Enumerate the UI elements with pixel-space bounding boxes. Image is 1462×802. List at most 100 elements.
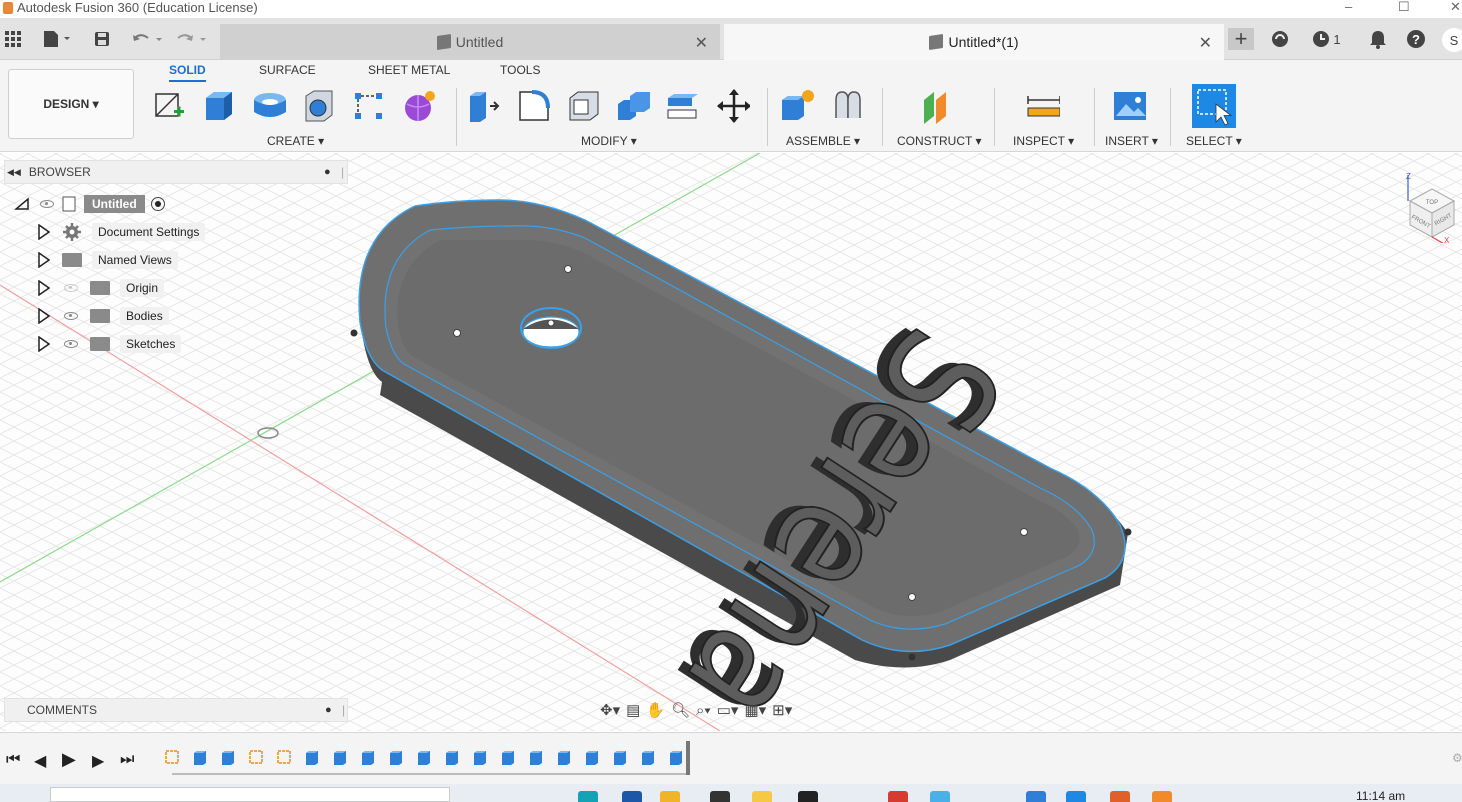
tree-item-origin[interactable]: Origin — [38, 277, 165, 299]
taskbar-app-icon[interactable] — [888, 791, 908, 802]
taskbar-search-input[interactable] — [50, 787, 450, 802]
extensions-icon[interactable] — [1268, 28, 1292, 50]
create-menu[interactable]: CREATE ▾ — [267, 134, 324, 148]
close-tab-icon[interactable]: ✕ — [695, 33, 708, 53]
zoom-icon[interactable]: 🔍︎ — [671, 701, 690, 719]
maximize-button[interactable]: ☐ — [1398, 0, 1410, 14]
tab-solid[interactable]: SOLID — [169, 63, 206, 82]
press-pull-icon[interactable] — [466, 86, 500, 126]
measure-icon[interactable] — [1026, 86, 1060, 126]
assemble-menu[interactable]: ASSEMBLE ▾ — [786, 134, 860, 148]
taskbar-app-icon[interactable] — [622, 791, 642, 802]
viewports-icon[interactable]: ⊞▾ — [772, 701, 792, 719]
timeline-extrude-icon[interactable] — [612, 748, 628, 768]
tab-sheet-metal[interactable]: SHEET METAL — [368, 63, 450, 77]
viewport-scene[interactable]: Serena Serena — [0, 153, 1462, 731]
insert-image-icon[interactable] — [1112, 86, 1146, 126]
taskbar-app-icon[interactable] — [1152, 791, 1172, 802]
browser-header[interactable]: ◀◀ BROWSER ● | — [4, 160, 348, 184]
timeline-extrude-icon[interactable] — [360, 748, 376, 768]
taskbar-app-icon[interactable] — [1066, 791, 1086, 802]
visibility-eye-icon[interactable] — [64, 312, 78, 320]
modify-menu[interactable]: MODIFY ▾ — [581, 134, 637, 148]
inspect-menu[interactable]: INSPECT ▾ — [1013, 134, 1074, 148]
align-icon[interactable] — [666, 86, 700, 126]
tab-surface[interactable]: SURFACE — [259, 63, 316, 77]
combine-icon[interactable] — [616, 86, 650, 126]
minimize-button[interactable]: – — [1345, 0, 1352, 14]
timeline-extrude-icon[interactable] — [220, 748, 236, 768]
expanded-triangle-icon[interactable] — [14, 197, 30, 211]
timeline-extrude-icon[interactable] — [584, 748, 600, 768]
redo-icon[interactable] — [174, 28, 210, 50]
file-menu-icon[interactable] — [40, 28, 74, 50]
pan-hand-icon[interactable]: ✋ — [646, 701, 665, 719]
expand-triangle-icon[interactable] — [38, 280, 50, 296]
taskbar-app-icon[interactable] — [660, 791, 680, 802]
new-tab-plus-icon[interactable]: + — [1228, 26, 1254, 51]
visibility-eye-icon[interactable] — [40, 200, 54, 208]
tab-tools[interactable]: TOOLS — [500, 63, 540, 77]
timeline-extrude-icon[interactable] — [332, 748, 348, 768]
visibility-eye-icon[interactable] — [64, 340, 78, 348]
select-tool-icon[interactable] — [1192, 84, 1236, 128]
go-to-start-icon[interactable]: ⏮ — [6, 751, 20, 769]
timeline-marker[interactable] — [686, 741, 690, 775]
3d-viewport[interactable]: Serena Serena TOP FRONT RIGHT Z X — [0, 153, 1462, 731]
timeline-extrude-icon[interactable] — [528, 748, 544, 768]
orbit-icon[interactable]: ✥▾ — [600, 701, 620, 719]
timeline-extrude-icon[interactable] — [556, 748, 572, 768]
taskbar-app-icon[interactable] — [930, 791, 950, 802]
tree-root-untitled[interactable]: Untitled — [14, 193, 165, 215]
expand-triangle-icon[interactable] — [38, 224, 50, 240]
close-tab-icon[interactable]: ✕ — [1199, 33, 1212, 53]
fillet-icon[interactable] — [516, 86, 550, 126]
timeline-extrude-icon[interactable] — [388, 748, 404, 768]
taskbar-app-icon[interactable] — [1110, 791, 1130, 802]
move-copy-icon[interactable] — [716, 86, 750, 126]
taskbar-app-icon[interactable] — [798, 791, 818, 802]
taskbar-app-icon[interactable] — [752, 791, 772, 802]
timeline-extrude-icon[interactable] — [192, 748, 208, 768]
look-at-icon[interactable]: ▤ — [626, 701, 640, 719]
timeline-extrude-icon[interactable] — [304, 748, 320, 768]
tree-item-bodies[interactable]: Bodies — [38, 305, 169, 327]
shell-icon[interactable] — [566, 86, 600, 126]
fit-icon[interactable]: ⌕▾ — [696, 702, 711, 719]
save-icon[interactable] — [92, 28, 112, 50]
collapse-panel-icon[interactable]: ◀◀ — [7, 167, 21, 178]
taskbar-app-icon[interactable] — [578, 791, 598, 802]
tree-item-sketches[interactable]: Sketches — [38, 333, 182, 355]
timeline-extrude-icon[interactable] — [640, 748, 656, 768]
construct-menu[interactable]: CONSTRUCT ▾ — [897, 134, 981, 148]
timeline-settings-icon[interactable]: ⚙ — [1452, 751, 1462, 765]
expand-triangle-icon[interactable] — [38, 252, 50, 268]
new-component-icon[interactable] — [780, 86, 814, 126]
create-sketch-icon[interactable] — [152, 86, 186, 126]
tab-untitled[interactable]: Untitled ✕ — [220, 24, 720, 60]
user-avatar[interactable]: S — [1442, 28, 1462, 52]
extrude-icon[interactable] — [202, 86, 236, 126]
notifications-bell-icon[interactable] — [1366, 28, 1390, 50]
expand-triangle-icon[interactable] — [38, 308, 50, 324]
pattern-icon[interactable] — [352, 86, 386, 126]
play-icon[interactable]: ▶︎ — [62, 749, 76, 770]
panel-resize-handle[interactable]: | — [342, 703, 345, 717]
browser-options-icon[interactable]: ● — [324, 166, 331, 178]
taskbar-app-icon[interactable] — [710, 791, 730, 802]
timeline-extrude-icon[interactable] — [500, 748, 516, 768]
tab-untitled-1[interactable]: Untitled*(1) ✕ — [724, 24, 1224, 60]
step-back-icon[interactable]: ◀︎ — [34, 751, 46, 771]
go-to-end-icon[interactable]: ⏭ — [120, 751, 134, 769]
tree-item-named-views[interactable]: Named Views — [38, 249, 178, 271]
view-cube[interactable]: TOP FRONT RIGHT Z X — [1400, 171, 1460, 246]
timeline-sketch-icon[interactable] — [164, 748, 180, 768]
undo-icon[interactable] — [130, 28, 166, 50]
offset-plane-icon[interactable] — [920, 86, 954, 126]
data-panel-grid-icon[interactable] — [4, 28, 22, 50]
panel-resize-handle[interactable]: | — [341, 165, 344, 179]
comments-panel[interactable]: COMMENTS ● | — [4, 698, 348, 722]
hole-icon[interactable] — [302, 86, 336, 126]
select-menu[interactable]: SELECT ▾ — [1186, 134, 1242, 148]
close-window-button[interactable]: ✕ — [1450, 0, 1461, 14]
